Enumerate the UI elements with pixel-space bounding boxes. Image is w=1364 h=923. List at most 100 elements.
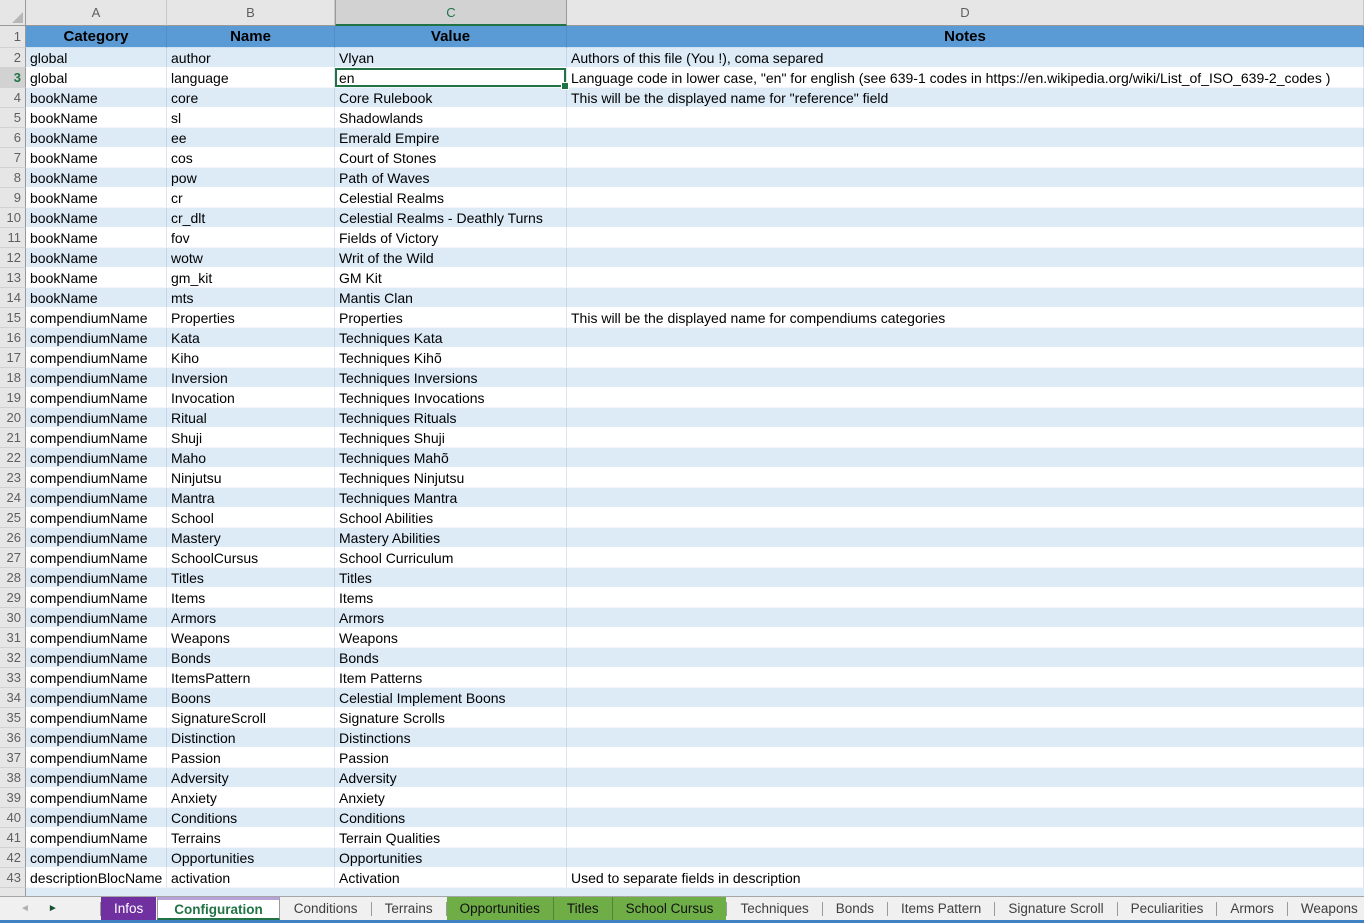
- cell[interactable]: Adversity: [167, 768, 335, 788]
- cell[interactable]: Item Patterns: [335, 668, 567, 688]
- sheet-tab-opportunities[interactable]: Opportunities: [447, 897, 553, 920]
- cell[interactable]: compendiumName: [26, 728, 167, 748]
- cell[interactable]: [567, 588, 1364, 608]
- cell[interactable]: compendiumName: [26, 788, 167, 808]
- sheet-tab-configuration[interactable]: Configuration: [157, 897, 279, 920]
- cell[interactable]: compendiumName: [26, 488, 167, 508]
- cell[interactable]: Bonds: [167, 648, 335, 668]
- cell[interactable]: Language code in lower case, "en" for en…: [567, 68, 1364, 88]
- cell[interactable]: Conditions: [335, 808, 567, 828]
- cell[interactable]: [567, 828, 1364, 848]
- cell[interactable]: [567, 168, 1364, 188]
- cell[interactable]: This will be the displayed name for "ref…: [567, 88, 1364, 108]
- cell[interactable]: Shuji: [167, 428, 335, 448]
- cell[interactable]: Authors of this file (You !), coma separ…: [567, 48, 1364, 68]
- table-header-cell[interactable]: Notes: [567, 26, 1364, 48]
- row-header[interactable]: 21: [0, 428, 26, 448]
- row-header[interactable]: 37: [0, 748, 26, 768]
- cell[interactable]: Anxiety: [167, 788, 335, 808]
- cell[interactable]: ItemsPattern: [167, 668, 335, 688]
- cell[interactable]: [567, 348, 1364, 368]
- cell[interactable]: compendiumName: [26, 508, 167, 528]
- cell[interactable]: Shadowlands: [335, 108, 567, 128]
- row-header[interactable]: 2: [0, 48, 26, 68]
- cell[interactable]: descriptionBlocName: [26, 868, 167, 888]
- cell[interactable]: Techniques Invocations: [335, 388, 567, 408]
- cell[interactable]: Techniques Inversions: [335, 368, 567, 388]
- cell[interactable]: global: [26, 68, 167, 88]
- cell[interactable]: Path of Waves: [335, 168, 567, 188]
- row-header[interactable]: 33: [0, 668, 26, 688]
- cell[interactable]: fov: [167, 228, 335, 248]
- row-header[interactable]: 11: [0, 228, 26, 248]
- cell[interactable]: Mantra: [167, 488, 335, 508]
- row-header[interactable]: 42: [0, 848, 26, 868]
- cell[interactable]: bookName: [26, 168, 167, 188]
- sheet-tab-peculiarities[interactable]: Peculiarities: [1118, 897, 1217, 920]
- cell[interactable]: cr_dlt: [167, 208, 335, 228]
- row-header[interactable]: 36: [0, 728, 26, 748]
- cell[interactable]: Terrains: [167, 828, 335, 848]
- cell[interactable]: compendiumName: [26, 688, 167, 708]
- sheet-tab-signature-scroll[interactable]: Signature Scroll: [995, 897, 1116, 920]
- sheet-tab-weapons[interactable]: Weapons: [1288, 897, 1364, 920]
- cell[interactable]: Ritual: [167, 408, 335, 428]
- cell[interactable]: compendiumName: [26, 388, 167, 408]
- cell[interactable]: [567, 328, 1364, 348]
- row-header[interactable]: 4: [0, 88, 26, 108]
- cell[interactable]: compendiumName: [26, 548, 167, 568]
- cell[interactable]: [567, 808, 1364, 828]
- cell[interactable]: School Curriculum: [335, 548, 567, 568]
- cell[interactable]: Celestial Realms: [335, 188, 567, 208]
- row-header[interactable]: 13: [0, 268, 26, 288]
- row-header[interactable]: 25: [0, 508, 26, 528]
- cell[interactable]: Techniques Shuji: [335, 428, 567, 448]
- row-header[interactable]: 19: [0, 388, 26, 408]
- cell[interactable]: bookName: [26, 208, 167, 228]
- cell[interactable]: compendiumName: [26, 368, 167, 388]
- cell[interactable]: [567, 128, 1364, 148]
- cell[interactable]: Fields of Victory: [335, 228, 567, 248]
- row-header[interactable]: 35: [0, 708, 26, 728]
- cell[interactable]: Properties: [167, 308, 335, 328]
- cell[interactable]: compendiumName: [26, 588, 167, 608]
- cell[interactable]: bookName: [26, 188, 167, 208]
- cell[interactable]: [567, 408, 1364, 428]
- cell[interactable]: [567, 548, 1364, 568]
- select-all-corner[interactable]: [0, 0, 26, 26]
- tab-nav-right-icon[interactable]: ►: [48, 904, 58, 914]
- cell[interactable]: Techniques Ninjutsu: [335, 468, 567, 488]
- cell[interactable]: bookName: [26, 268, 167, 288]
- cell[interactable]: compendiumName: [26, 348, 167, 368]
- cell[interactable]: Techniques Mantra: [335, 488, 567, 508]
- cell[interactable]: Emerald Empire: [335, 128, 567, 148]
- table-header-cell[interactable]: Category: [26, 26, 167, 48]
- cell[interactable]: Activation: [335, 868, 567, 888]
- row-header[interactable]: 24: [0, 488, 26, 508]
- cell[interactable]: School: [167, 508, 335, 528]
- table-header-cell[interactable]: Value: [335, 26, 567, 48]
- cell[interactable]: Items: [335, 588, 567, 608]
- cell[interactable]: [567, 268, 1364, 288]
- cell[interactable]: [567, 248, 1364, 268]
- cell[interactable]: [567, 848, 1364, 868]
- cell[interactable]: SchoolCursus: [167, 548, 335, 568]
- cell[interactable]: author: [167, 48, 335, 68]
- cell[interactable]: compendiumName: [26, 768, 167, 788]
- cell[interactable]: [567, 288, 1364, 308]
- cell[interactable]: [567, 108, 1364, 128]
- cell[interactable]: Anxiety: [335, 788, 567, 808]
- cell[interactable]: Titles: [335, 568, 567, 588]
- sheet-tab-titles[interactable]: Titles: [554, 897, 612, 920]
- row-header[interactable]: 8: [0, 168, 26, 188]
- cell[interactable]: [567, 468, 1364, 488]
- cell[interactable]: compendiumName: [26, 628, 167, 648]
- cell[interactable]: Armors: [335, 608, 567, 628]
- row-header[interactable]: 23: [0, 468, 26, 488]
- cell[interactable]: Ninjutsu: [167, 468, 335, 488]
- sheet-tab-conditions[interactable]: Conditions: [281, 897, 371, 920]
- cell[interactable]: [567, 668, 1364, 688]
- selected-cell[interactable]: en: [335, 68, 567, 88]
- tab-nav-left-icon[interactable]: ◄: [20, 904, 30, 914]
- cell[interactable]: compendiumName: [26, 568, 167, 588]
